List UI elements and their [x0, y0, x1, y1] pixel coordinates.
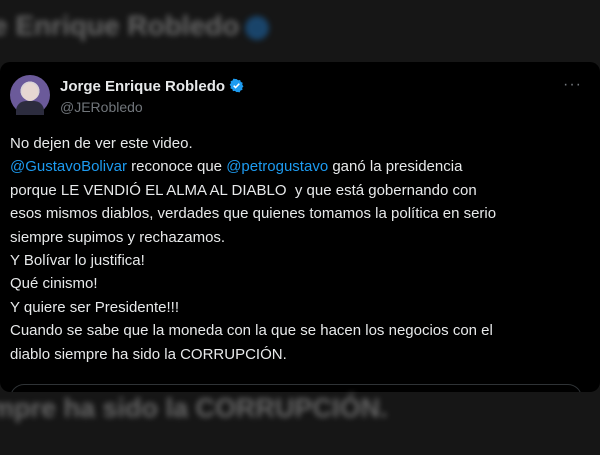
mention-link[interactable]: @petrogustavo: [226, 158, 328, 175]
mention-link[interactable]: @GustavoBolivar: [10, 158, 127, 175]
tweet-line: No dejen de ver este video.: [10, 135, 193, 152]
tweet-line: siempre supimos y rechazamos.: [10, 228, 226, 246]
embedded-media-preview[interactable]: [10, 384, 582, 392]
verified-badge-icon: [229, 78, 244, 93]
tweet-text: No dejen de ver este video. @GustavoBoli…: [10, 132, 590, 366]
more-options-icon[interactable]: ···: [563, 76, 582, 94]
blurred-header-name: e Enrique Robledo: [0, 10, 600, 42]
author-name[interactable]: Jorge Enrique Robledo: [60, 78, 244, 95]
tweet-line: Y quiere ser Presidente!!!: [10, 298, 179, 316]
author-name-text: Jorge Enrique Robledo: [60, 78, 226, 95]
avatar[interactable]: [10, 75, 50, 115]
blurred-footer-text: mpre ha sido la CORRUPCIÓN.: [0, 393, 388, 423]
author-handle[interactable]: @JERobledo: [60, 99, 143, 115]
tweet-line: @GustavoBolivar reconoce que @petrogusta…: [10, 158, 463, 176]
tweet-line: porque LE VENDIÓ EL ALMA AL DIABLO y que…: [10, 181, 477, 199]
tweet-line: Qué cinismo!: [10, 275, 98, 293]
tweet-line: Y Bolívar lo justifica!: [10, 252, 145, 270]
tweet-card[interactable]: Jorge Enrique Robledo @JERobledo ··· No …: [0, 62, 600, 392]
tweet-line: Cuando se sabe que la moneda con la que …: [10, 322, 493, 340]
tweet-line: esos mismos diablos, verdades que quiene…: [10, 205, 497, 223]
tweet-line: diablo siempre ha sido la CORRUPCIÓN.: [10, 345, 287, 363]
